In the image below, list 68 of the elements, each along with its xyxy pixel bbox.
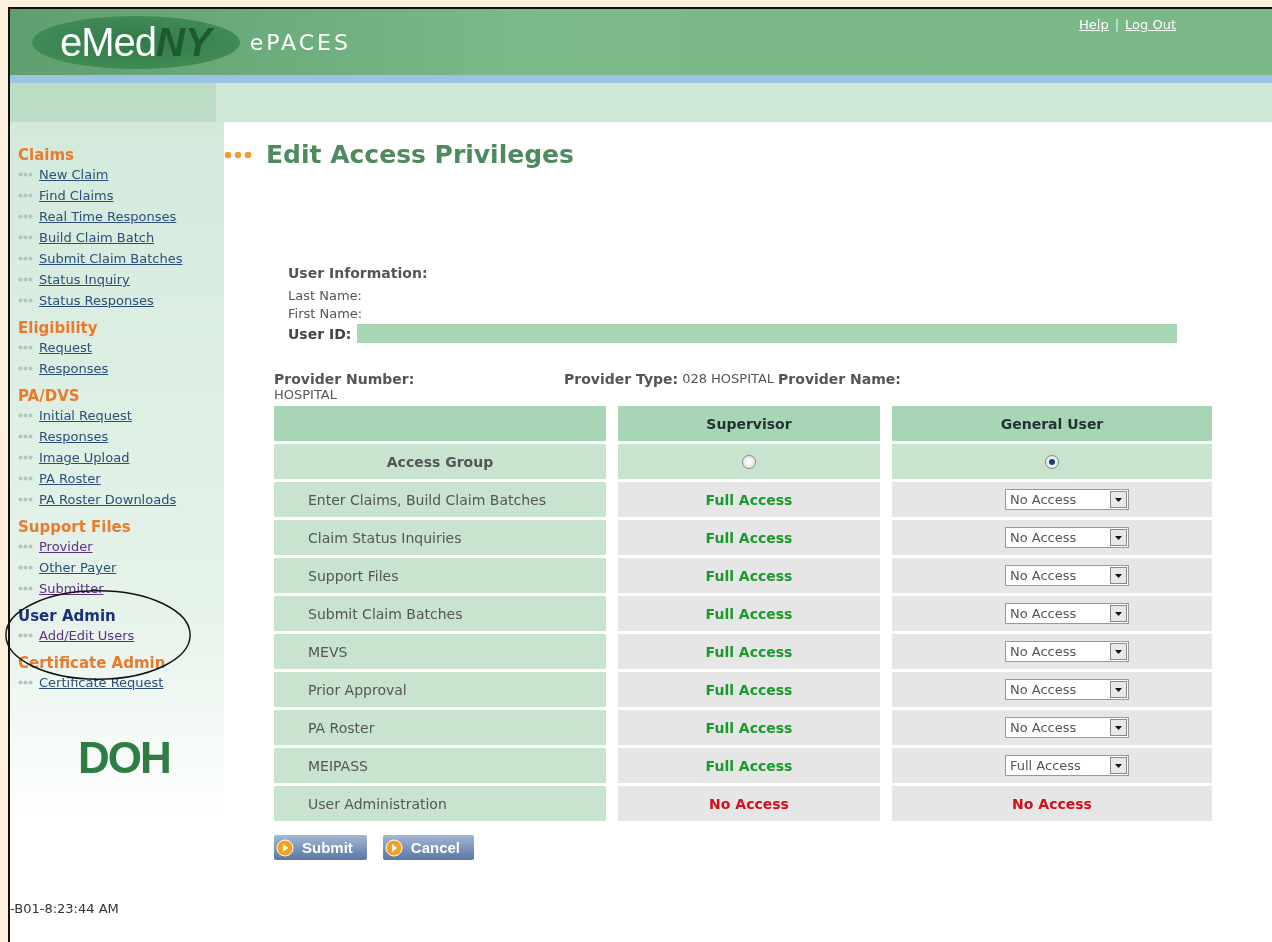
access-value: Full Access [618,482,880,517]
nav-link[interactable]: Request [39,340,92,355]
page-title: Edit Access Privileges [266,140,574,169]
nav-link[interactable]: PA Roster Downloads [39,492,177,507]
access-select[interactable]: No Access [1005,603,1129,624]
nav-section-title: Claims [18,146,75,164]
access-select[interactable]: No Access [1005,717,1129,738]
nav-link[interactable]: Image Upload [39,450,130,465]
access-value: No Access [892,786,1212,821]
access-select[interactable]: Full Access [1005,755,1129,776]
link-separator: | [1114,17,1120,32]
product-name: ePACES [249,29,351,55]
access-value: Full Access [618,634,880,669]
field-value: HOSPITAL [274,387,337,402]
department-logo: DOH [78,733,170,783]
field-label: Provider Number: [274,371,416,387]
access-select[interactable]: No Access [1005,489,1129,510]
access-select[interactable]: No Access [1005,565,1129,586]
nav-link[interactable]: Provider [39,539,93,554]
access-value: Full Access [618,710,880,745]
access-category: User Administration [274,786,606,821]
field-value: 028 HOSPITAL [682,371,775,387]
nav-link[interactable]: Status Inquiry [39,272,130,287]
nav-link[interactable]: Initial Request [39,408,132,423]
nav-link[interactable]: New Claim [39,167,109,182]
nav-section-title: PA/DVS [18,387,81,405]
access-value: No Access [618,786,880,821]
access-category: Enter Claims, Build Claim Batches [274,482,606,517]
nav-link[interactable]: Responses [39,361,109,376]
nav-section-title: Support Files [18,518,132,536]
nav-link[interactable]: Build Claim Batch [39,230,155,245]
field-label: Provider Type: [564,371,679,387]
row-header: Access Group [274,444,606,479]
nav-section-title: User Admin [18,607,117,625]
nav-link[interactable]: Certificate Request [39,675,164,690]
access-select[interactable]: No Access [1005,679,1129,700]
access-value: Full Access [618,520,880,555]
timestamp: -B01-8:23:44 AM [10,901,119,916]
access-value: Full Access [618,748,880,783]
access-category: Claim Status Inquiries [274,520,606,555]
nav-link[interactable]: PA Roster [39,471,101,486]
field-label: Provider Name: [778,371,901,387]
nav-link[interactable]: Add/Edit Users [39,628,135,643]
access-category: MEVS [274,634,606,669]
nav-link[interactable]: Responses [39,429,109,444]
access-category: MEIPASS [274,748,606,783]
access-value: Full Access [618,558,880,593]
access-category: Support Files [274,558,606,593]
section-heading: User Information: [288,265,429,281]
access-category: Prior Approval [274,672,606,707]
nav-link[interactable]: Submit Claim Batches [39,251,183,266]
nav-link[interactable]: Real Time Responses [39,209,177,224]
access-value: Full Access [618,672,880,707]
nav-link[interactable]: Status Responses [39,293,154,308]
nav-link[interactable]: Find Claims [39,188,114,203]
access-select[interactable]: No Access [1005,527,1129,548]
access-category: Submit Claim Batches [274,596,606,631]
column-header: General User [892,406,1212,441]
column-header: Supervisor [618,406,880,441]
nav-link[interactable]: Other Payer [39,560,117,575]
access-select[interactable]: No Access [1005,641,1129,662]
access-value: Full Access [618,596,880,631]
access-category: PA Roster [274,710,606,745]
nav-section-title: Eligibility [18,319,99,337]
field-label: First Name: [288,306,364,321]
field-label: User ID: [288,325,352,342]
field-label: Last Name: [288,288,363,303]
nav-link[interactable]: Submitter [39,581,104,596]
